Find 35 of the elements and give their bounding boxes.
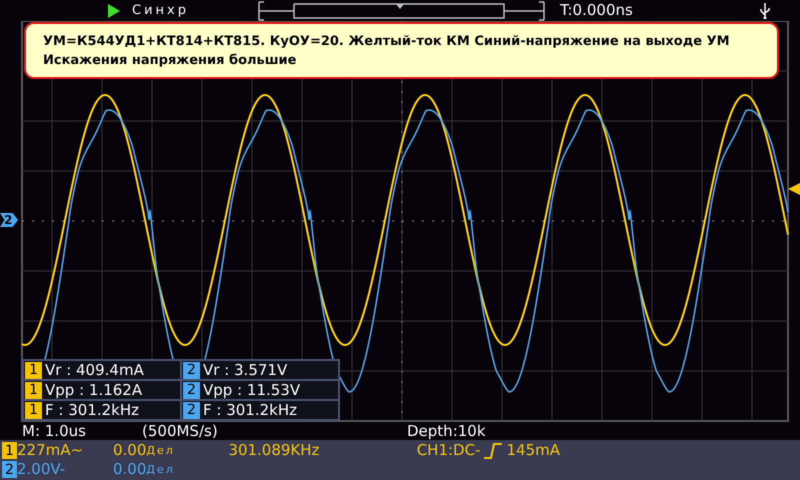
channel-badge: 2 [183,362,200,378]
memory-depth: Depth:10k [407,424,486,438]
channel-offset: 0.00 [113,462,146,477]
channel-badge: 1 [25,362,42,378]
channel-badge: 2 [183,402,200,418]
channel-offset: 0.00 [113,443,146,458]
channel-scale: 2.00V- [17,462,66,477]
timebase: M: 1.0us [22,424,87,438]
sample-rate: (500MS/s) [142,424,219,438]
measurement-value: Vr : 409.4mA [45,362,144,378]
measurement-value: Vr : 3.571V [203,362,288,378]
measurement-value: Vpp : 11.53V [203,382,300,398]
play-icon[interactable] [108,4,120,18]
note-text: Искажения напряжения большие [43,52,298,70]
run-state: Синхр [132,2,189,20]
channel-scale: 227mA~ [17,443,84,458]
trigger-level-marker-icon[interactable] [788,183,800,195]
channel-badge: 1 [25,382,42,398]
measurement-value: Vpp : 1.162A [45,382,142,398]
channel-frequency: 301.089KHz [228,443,320,458]
note-text: УМ=К544УД1+КТ814+КТ815. КуОУ=20. Желтый-ток КМ Синий-напряжение на выходе УМ [43,33,731,51]
channel-badge: 1 [25,402,42,418]
trigger-level: 145mA [506,443,560,458]
channel-badge: 1 [2,442,17,459]
time-offset: T:0.000ns [560,0,633,22]
trigger-source: CH1:DC- [416,443,480,458]
channel-marker[interactable]: 2 [0,213,18,227]
measurement-value: F : 301.2kHz [45,402,139,418]
rising-edge-icon [483,442,504,458]
measurement-value: F : 301.2kHz [203,402,297,418]
usb-icon [760,2,770,18]
channel-badge: 2 [183,382,200,398]
offset-unit: Дел [146,445,176,456]
channel-badge: 2 [2,461,17,478]
offset-unit: Дел [146,464,176,475]
